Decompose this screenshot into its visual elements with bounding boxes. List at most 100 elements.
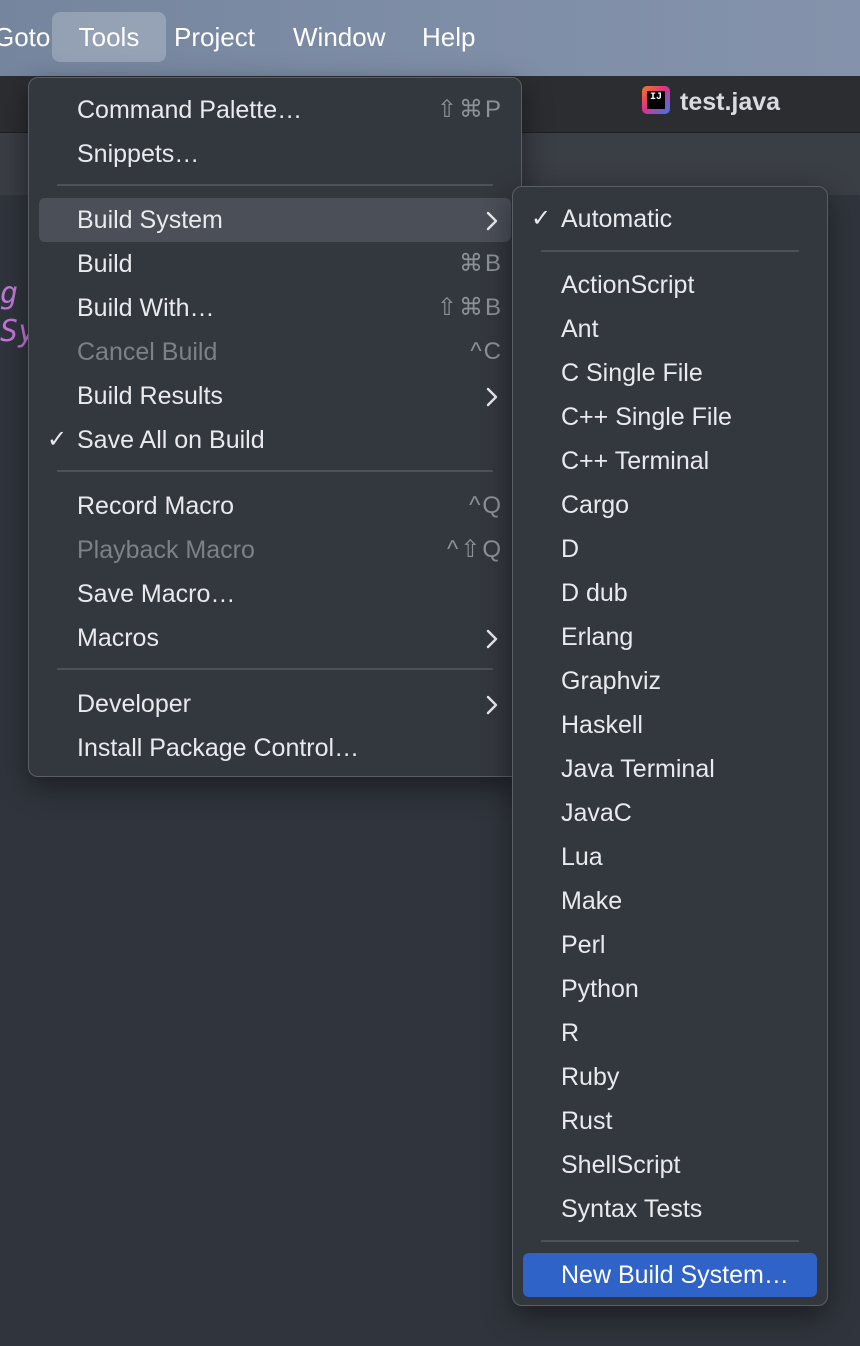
menu-separator — [57, 184, 493, 186]
build-system-submenu: ✓ Automatic ActionScript Ant C Single File C+… — [512, 186, 828, 1306]
menu-item-label: Build With… — [77, 294, 215, 322]
menu-tools[interactable]: Tools — [52, 12, 166, 62]
build-system-cargo[interactable]: Cargo — [523, 483, 817, 527]
menu-item-cancel-build: Cancel Build ^C — [39, 330, 511, 374]
menu-item-install-package-control[interactable]: Install Package Control… — [39, 726, 511, 770]
menu-item-label: ShellScript — [561, 1151, 681, 1179]
menu-item-label: JavaC — [561, 799, 632, 827]
tab-test-java[interactable]: test.java — [680, 88, 780, 117]
checkmark-icon: ✓ — [531, 205, 552, 232]
menu-item-label: C++ Terminal — [561, 447, 710, 475]
menu-separator — [541, 1240, 799, 1242]
menu-item-save-macro[interactable]: Save Macro… — [39, 572, 511, 616]
build-system-cplusplus-single-file[interactable]: C++ Single File — [523, 395, 817, 439]
menu-item-label: Python — [561, 975, 639, 1003]
menu-bar: Goto Tools Project Window Help — [0, 0, 860, 76]
menu-item-label: Graphviz — [561, 667, 662, 695]
menu-item-label: Install Package Control… — [77, 734, 360, 762]
chevron-right-icon — [485, 682, 499, 726]
chevron-right-icon — [485, 616, 499, 660]
build-system-python[interactable]: Python — [523, 967, 817, 1011]
menu-item-label: Java Terminal — [561, 755, 715, 783]
menu-item-label: Ruby — [561, 1063, 620, 1091]
intellij-idea-icon: IJ — [642, 86, 670, 114]
menu-item-label: Ant — [561, 315, 599, 343]
build-system-make[interactable]: Make — [523, 879, 817, 923]
menu-item-label: R — [561, 1019, 580, 1047]
new-build-system-button[interactable]: New Build System… — [523, 1253, 817, 1297]
build-system-c-single-file[interactable]: C Single File — [523, 351, 817, 395]
build-system-d-dub[interactable]: D dub — [523, 571, 817, 615]
menu-item-label: C++ Single File — [561, 403, 732, 431]
build-system-r[interactable]: R — [523, 1011, 817, 1055]
build-system-perl[interactable]: Perl — [523, 923, 817, 967]
menu-item-label: Syntax Tests — [561, 1195, 703, 1223]
keyboard-shortcut: ^Q — [469, 492, 503, 519]
menu-item-label: Rust — [561, 1107, 613, 1135]
build-system-erlang[interactable]: Erlang — [523, 615, 817, 659]
menu-item-label: Build Results — [77, 382, 223, 410]
menu-item-label: Lua — [561, 843, 603, 871]
menu-item-label: Playback Macro — [77, 536, 255, 564]
build-system-javac[interactable]: JavaC — [523, 791, 817, 835]
build-system-actionscript[interactable]: ActionScript — [523, 263, 817, 307]
menu-item-label: D dub — [561, 579, 628, 607]
menu-item-label: Snippets… — [77, 140, 200, 168]
menu-item-playback-macro: Playback Macro ^⇧Q — [39, 528, 511, 572]
menu-goto[interactable]: Goto — [0, 12, 50, 62]
build-system-d[interactable]: D — [523, 527, 817, 571]
menu-item-label: D — [561, 535, 580, 563]
code-token: g — [0, 276, 19, 311]
menu-item-label: Perl — [561, 931, 606, 959]
menu-help[interactable]: Help — [422, 12, 475, 62]
checkmark-icon: ✓ — [47, 426, 68, 453]
menu-window[interactable]: Window — [293, 12, 385, 62]
menu-item-build-results[interactable]: Build Results — [39, 374, 511, 418]
build-system-cplusplus-terminal[interactable]: C++ Terminal — [523, 439, 817, 483]
build-system-rust[interactable]: Rust — [523, 1099, 817, 1143]
keyboard-shortcut: ^C — [470, 338, 503, 365]
menu-item-build[interactable]: Build ⌘B — [39, 242, 511, 286]
menu-item-label: Save All on Build — [77, 426, 265, 454]
menu-separator — [57, 470, 493, 472]
menu-item-label: Command Palette… — [77, 96, 303, 124]
menu-item-label: Record Macro — [77, 492, 234, 520]
menu-item-macros[interactable]: Macros — [39, 616, 511, 660]
keyboard-shortcut: ⇧⌘P — [436, 96, 503, 123]
menu-project[interactable]: Project — [174, 12, 255, 62]
tools-menu: Command Palette… ⇧⌘P Snippets… Build System… — [28, 77, 522, 777]
menu-item-label: Cancel Build — [77, 338, 218, 366]
menu-item-label: ActionScript — [561, 271, 695, 299]
build-system-automatic[interactable]: ✓ Automatic — [523, 197, 817, 241]
chevron-right-icon — [485, 198, 499, 242]
menu-item-label: New Build System… — [561, 1261, 789, 1289]
build-system-java-terminal[interactable]: Java Terminal — [523, 747, 817, 791]
menu-item-label: Build — [77, 250, 133, 278]
menu-item-label: Haskell — [561, 711, 643, 739]
menu-item-save-all-on-build[interactable]: ✓ Save All on Build — [39, 418, 511, 462]
keyboard-shortcut: ^⇧Q — [446, 536, 503, 563]
chevron-right-icon — [485, 374, 499, 418]
build-system-ruby[interactable]: Ruby — [523, 1055, 817, 1099]
menu-item-build-system[interactable]: Build System — [39, 198, 511, 242]
menu-separator — [57, 668, 493, 670]
build-system-lua[interactable]: Lua — [523, 835, 817, 879]
build-system-graphviz[interactable]: Graphviz — [523, 659, 817, 703]
build-system-ant[interactable]: Ant — [523, 307, 817, 351]
keyboard-shortcut: ⌘B — [458, 250, 503, 277]
menu-item-command-palette[interactable]: Command Palette… ⇧⌘P — [39, 88, 511, 132]
menu-separator — [541, 250, 799, 252]
menu-item-label: Make — [561, 887, 623, 915]
menu-item-label: Build System — [77, 206, 223, 234]
menu-item-label: Automatic — [561, 205, 673, 233]
build-system-shellscript[interactable]: ShellScript — [523, 1143, 817, 1187]
menu-item-label: Erlang — [561, 623, 634, 651]
menu-item-build-with[interactable]: Build With… ⇧⌘B — [39, 286, 511, 330]
menu-item-developer[interactable]: Developer — [39, 682, 511, 726]
menu-item-snippets[interactable]: Snippets… — [39, 132, 511, 176]
menu-item-record-macro[interactable]: Record Macro ^Q — [39, 484, 511, 528]
build-system-syntax-tests[interactable]: Syntax Tests — [523, 1187, 817, 1231]
menu-item-label: C Single File — [561, 359, 703, 387]
menu-item-label: Save Macro… — [77, 580, 236, 608]
build-system-haskell[interactable]: Haskell — [523, 703, 817, 747]
